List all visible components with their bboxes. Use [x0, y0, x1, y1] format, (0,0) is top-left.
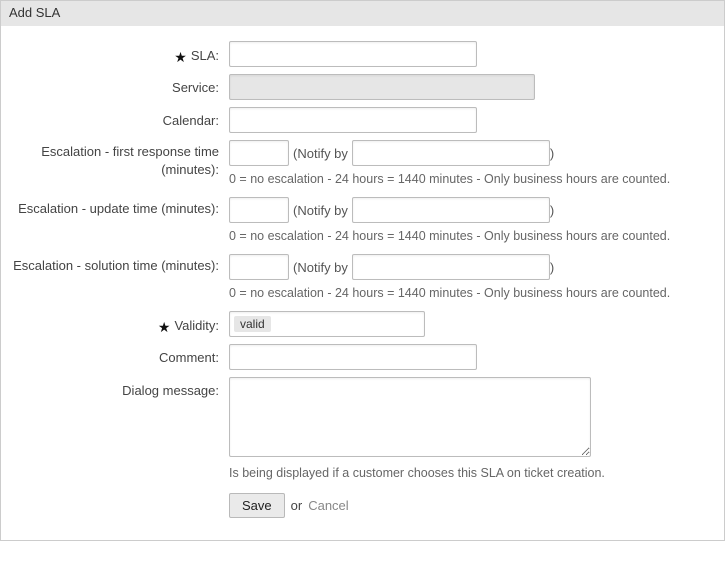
dialog-message-textarea[interactable]	[229, 377, 591, 457]
validity-selected-value: valid	[234, 316, 271, 332]
notify-label: Notify by	[297, 146, 348, 161]
row-esc-solution: Escalation - solution time (minutes): ( …	[11, 253, 714, 300]
or-text: or	[291, 498, 303, 513]
validity-select[interactable]: valid	[229, 311, 425, 337]
row-esc-first: Escalation - first response time (minute…	[11, 139, 714, 186]
esc-first-notify-input[interactable]	[352, 140, 550, 166]
save-button[interactable]: Save	[229, 493, 285, 518]
row-dialog-message: Dialog message: Is being displayed if a …	[11, 376, 714, 480]
calendar-input[interactable]	[229, 107, 477, 133]
form-area: ★ SLA: Service: Calendar: Escalation - fi…	[1, 26, 724, 540]
label-esc-update: Escalation - update time (minutes):	[11, 196, 229, 218]
service-input[interactable]	[229, 74, 535, 100]
esc-update-help: 0 = no escalation - 24 hours = 1440 minu…	[229, 229, 714, 243]
dialog-message-help: Is being displayed if a customer chooses…	[229, 466, 714, 480]
esc-solution-minutes-input[interactable]	[229, 254, 289, 280]
row-actions: Save or Cancel	[11, 486, 714, 518]
add-sla-panel: Add SLA ★ SLA: Service: Calendar:	[0, 0, 725, 541]
notify-close-paren: )	[550, 146, 554, 161]
label-comment: Comment:	[11, 343, 229, 367]
row-sla: ★ SLA:	[11, 40, 714, 67]
cancel-link[interactable]: Cancel	[308, 498, 348, 513]
label-sla-text: SLA:	[191, 48, 219, 63]
esc-update-notify-input[interactable]	[352, 197, 550, 223]
row-validity: ★Validity: valid	[11, 310, 714, 337]
notify-close-paren: )	[550, 260, 554, 275]
sla-input[interactable]	[229, 41, 477, 67]
notify-close-paren: )	[550, 203, 554, 218]
label-service: Service:	[11, 73, 229, 97]
notify-label: Notify by	[297, 260, 348, 275]
esc-update-minutes-input[interactable]	[229, 197, 289, 223]
esc-first-help: 0 = no escalation - 24 hours = 1440 minu…	[229, 172, 714, 186]
row-service: Service:	[11, 73, 714, 100]
esc-first-minutes-input[interactable]	[229, 140, 289, 166]
label-sla: ★ SLA:	[11, 40, 229, 65]
label-dialog-message: Dialog message:	[11, 376, 229, 400]
notify-label: Notify by	[297, 203, 348, 218]
esc-solution-help: 0 = no escalation - 24 hours = 1440 minu…	[229, 286, 714, 300]
label-validity-text: Validity:	[174, 318, 219, 333]
esc-solution-notify-input[interactable]	[352, 254, 550, 280]
required-icon: ★	[158, 318, 171, 337]
panel-title: Add SLA	[1, 1, 724, 26]
label-esc-solution: Escalation - solution time (minutes):	[11, 253, 229, 275]
row-comment: Comment:	[11, 343, 714, 370]
row-esc-update: Escalation - update time (minutes): ( No…	[11, 196, 714, 243]
comment-input[interactable]	[229, 344, 477, 370]
label-esc-first: Escalation - first response time (minute…	[11, 139, 229, 178]
row-calendar: Calendar:	[11, 106, 714, 133]
label-calendar: Calendar:	[11, 106, 229, 130]
label-validity: ★Validity:	[11, 310, 229, 335]
required-icon: ★	[174, 48, 187, 67]
